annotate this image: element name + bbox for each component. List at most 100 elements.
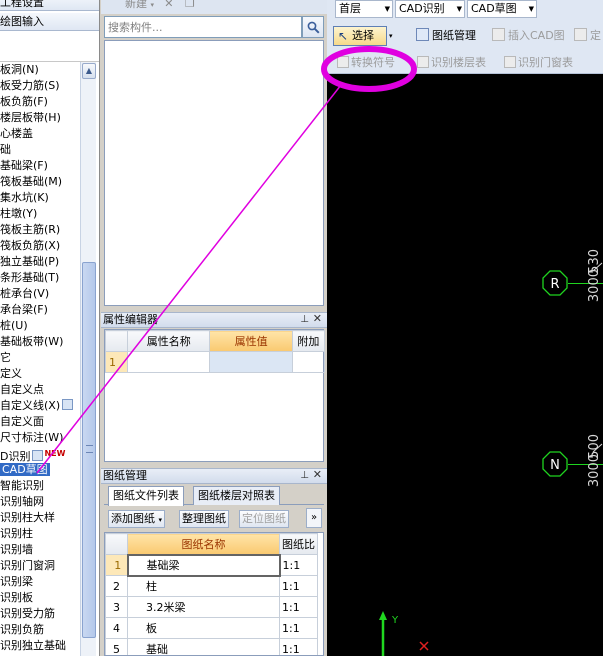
dimension-label: 3000 — [587, 269, 602, 303]
nav-item[interactable]: 识别柱 — [0, 526, 80, 542]
mode-select[interactable]: CAD识别 ▼ — [395, 0, 465, 18]
drawing-ratio-cell[interactable]: 1:1 — [279, 617, 318, 639]
drawing-name-cell[interactable]: 柱 — [127, 575, 280, 597]
drawing-ratio-cell[interactable]: 1:1 — [279, 575, 318, 597]
select-dropdown[interactable]: ▾ — [389, 25, 393, 47]
nav-item[interactable]: 自定义点 — [0, 382, 80, 398]
nav-item[interactable]: 识别受力筋 — [0, 606, 80, 622]
nav-item[interactable]: 承台梁(F) — [0, 302, 80, 318]
organize-drawing-button[interactable]: 整理图纸 — [179, 510, 229, 528]
copy-icon[interactable]: ❐ — [185, 0, 195, 10]
nav-item[interactable]: 集水坑(K) — [0, 190, 80, 206]
axis-bubble-n[interactable]: N — [542, 451, 568, 477]
close-icon[interactable]: ✕ — [313, 312, 322, 326]
nav-item[interactable]: 识别负筋 — [0, 622, 80, 638]
nav-item[interactable]: 筏板基础(M) — [0, 174, 80, 190]
nav-item[interactable]: 自定义面 — [0, 414, 80, 430]
property-extra-cell[interactable] — [291, 351, 326, 373]
nav-header-drawing-input[interactable]: 绘图输入 — [0, 13, 99, 31]
table-row[interactable]: 1 — [104, 351, 326, 373]
nav-item[interactable]: 它 — [0, 350, 80, 366]
add-drawing-button[interactable]: 添加图纸 ▾ — [108, 510, 166, 528]
scroll-up-arrow-icon[interactable]: ▲ — [82, 63, 96, 79]
pin-icon[interactable]: ⊥ — [300, 313, 309, 327]
nav-item[interactable]: 筏板负筋(X) — [0, 238, 80, 254]
close-icon[interactable]: ✕ — [313, 468, 322, 482]
nav-item[interactable]: 识别墙 — [0, 542, 80, 558]
locate-button[interactable]: 定 — [574, 25, 601, 47]
drawing-name-cell[interactable]: 基础 — [127, 638, 280, 655]
search-input[interactable] — [104, 16, 302, 38]
drawing-management-button[interactable]: 图纸管理 — [416, 25, 476, 47]
delete-icon[interactable]: ✕ — [164, 0, 173, 10]
nav-item[interactable]: 定义 — [0, 366, 80, 382]
scroll-thumb[interactable] — [82, 262, 96, 638]
drawing-name-cell[interactable]: 3.2米梁 — [127, 596, 280, 618]
axis-bubble-r[interactable]: R — [542, 270, 568, 296]
nav-item[interactable]: 桩承台(V) — [0, 286, 80, 302]
nav-item[interactable]: 识别轴网 — [0, 494, 80, 510]
nav-item[interactable]: 识别门窗洞 — [0, 558, 80, 574]
nav-item[interactable]: 智能识别 — [0, 478, 80, 494]
drawing-name-cell[interactable]: 板 — [127, 617, 280, 639]
nav-item[interactable]: 柱墩(Y) — [0, 206, 80, 222]
table-row[interactable]: 3 3.2米梁 1:1 — [105, 596, 318, 618]
nav-item[interactable]: 础 — [0, 142, 80, 158]
locate-drawing-button[interactable]: 定位图纸 — [239, 510, 289, 528]
nav-item[interactable]: 板洞(N) — [0, 62, 80, 78]
floor-select[interactable]: 首层 ▼ — [335, 0, 393, 18]
nav-item-label: 楼层板带(H) — [0, 111, 61, 124]
nav-item[interactable]: 楼层板带(H) — [0, 110, 80, 126]
nav-header-project-settings[interactable]: 工程设置 — [0, 0, 99, 11]
dimension-tick — [592, 443, 603, 453]
drawing-name-cell[interactable]: 基础梁 — [126, 553, 281, 577]
nav-item[interactable]: 识别梁 — [0, 574, 80, 590]
floor-table-icon — [417, 56, 429, 68]
nav-item[interactable]: 基础梁(F) — [0, 158, 80, 174]
insert-cad-button[interactable]: 插入CAD图 — [492, 25, 565, 47]
grid-icon[interactable] — [32, 450, 44, 461]
new-component-button[interactable]: 新建 — [125, 0, 147, 10]
nav-scrollbar[interactable]: ▲ — [80, 62, 96, 656]
layer-select[interactable]: CAD草图 ▼ — [467, 0, 537, 18]
nav-item[interactable]: 条形基础(T) — [0, 270, 80, 286]
nav-item[interactable]: 独立基础(P) — [0, 254, 80, 270]
nav-item[interactable]: 板受力筋(S) — [0, 78, 80, 94]
drawing-ratio-cell[interactable]: 1:1 — [279, 638, 318, 655]
table-row[interactable]: 2 柱 1:1 — [105, 575, 318, 597]
nav-item[interactable]: 板负筋(F) — [0, 94, 80, 110]
nav-item[interactable]: 识别板 — [0, 590, 80, 606]
drawing-ratio-cell[interactable]: 1:1 — [279, 596, 318, 618]
nav-item[interactable]: 筏板主筋(R) — [0, 222, 80, 238]
nav-item[interactable]: D识别 NEW — [0, 446, 80, 462]
nav-item[interactable]: 自定义线(X) — [0, 398, 80, 414]
identify-floor-table-button[interactable]: 识别楼层表 — [417, 55, 486, 71]
identify-door-window-table-button[interactable]: 识别门窗表 — [504, 55, 573, 71]
dropdown-icon[interactable]: ▾ — [159, 516, 163, 524]
dropdown-icon[interactable]: ▾ — [151, 1, 157, 9]
nav-item[interactable]: 尺寸标注(W) — [0, 430, 80, 446]
property-name-cell[interactable] — [127, 351, 211, 373]
nav-item[interactable]: 识别独立基础 — [0, 638, 80, 654]
more-button[interactable]: » — [306, 508, 322, 528]
new-badge: NEW — [44, 449, 66, 458]
tab-drawing-file-list[interactable]: 图纸文件列表 — [108, 486, 184, 506]
dropdown-icon[interactable] — [62, 399, 74, 410]
nav-item[interactable]: 基础板带(W) — [0, 334, 80, 350]
nav-item[interactable]: 桩(U) — [0, 318, 80, 334]
pin-icon[interactable]: ⊥ — [300, 469, 309, 483]
select-button[interactable]: ↖ 选择 — [333, 26, 387, 46]
drawing-ratio-cell[interactable]: 1:1 — [279, 554, 318, 576]
search-button[interactable] — [302, 16, 324, 38]
table-row[interactable]: 5 基础 1:1 — [105, 638, 318, 655]
nav-item[interactable]: CAD草图 — [0, 462, 80, 478]
convert-symbol-button[interactable]: 转换符号 — [337, 55, 395, 71]
component-list[interactable] — [104, 40, 324, 306]
property-value-cell[interactable] — [209, 351, 293, 373]
table-row[interactable]: 4 板 1:1 — [105, 617, 318, 639]
nav-item[interactable]: 心楼盖 — [0, 126, 80, 142]
cad-canvas[interactable]: R N 3000 530 3000 500 Y — [327, 74, 603, 656]
table-row[interactable]: 1 基础梁 1:1 — [105, 553, 318, 577]
nav-item[interactable]: 识别柱大样 — [0, 510, 80, 526]
tab-floor-mapping[interactable]: 图纸楼层对照表 — [193, 486, 280, 505]
